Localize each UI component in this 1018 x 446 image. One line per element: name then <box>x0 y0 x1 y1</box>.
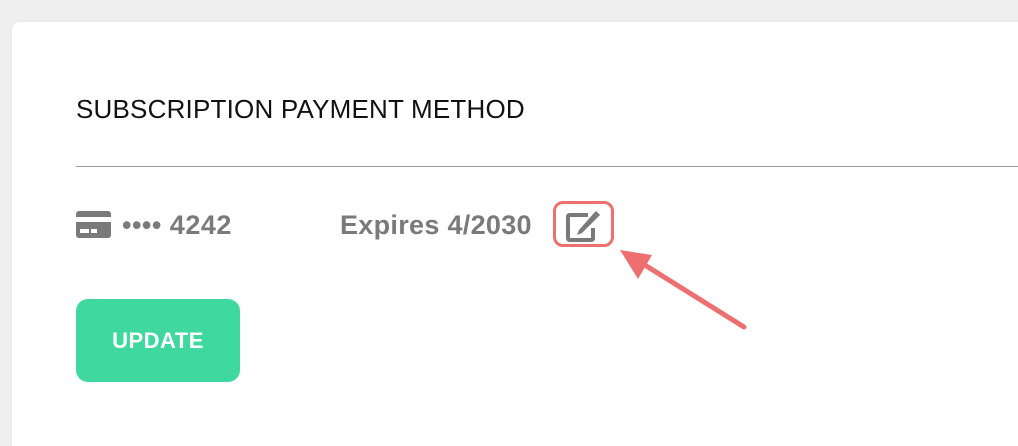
masked-card-number: •••• 4242 <box>122 210 232 240</box>
card-expiry: Expires 4/2030 <box>340 210 532 240</box>
section-divider <box>76 166 1018 167</box>
credit-card-icon <box>76 211 111 238</box>
update-button[interactable]: UPDATE <box>76 299 240 382</box>
edit-payment-button[interactable] <box>553 201 614 247</box>
section-title: SUBSCRIPTION PAYMENT METHOD <box>76 94 525 124</box>
page: SUBSCRIPTION PAYMENT METHOD •••• 4242 Ex… <box>0 0 1018 446</box>
